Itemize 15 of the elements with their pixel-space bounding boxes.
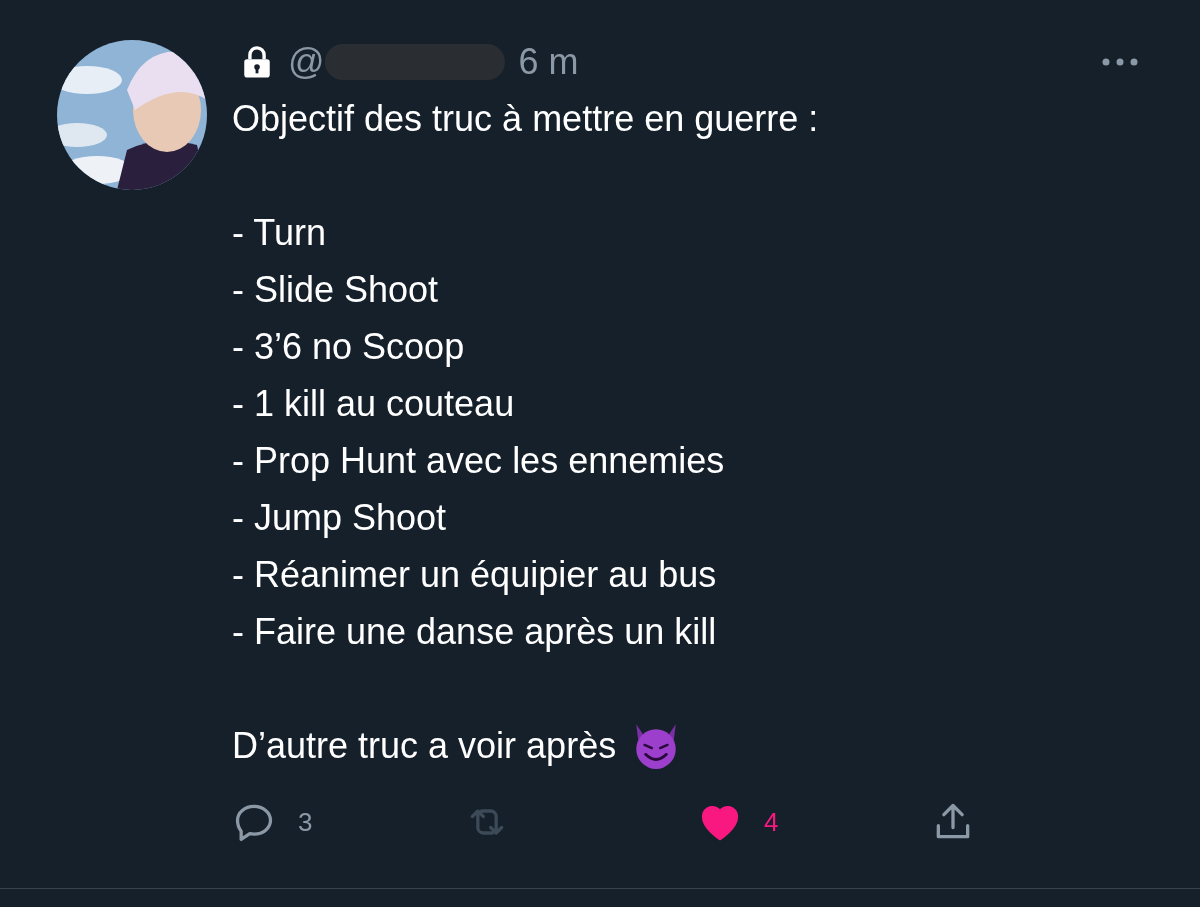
tweet-text: Objectif des truc à mettre en guerre : — [232, 97, 820, 141]
action-count: 3 — [298, 806, 313, 838]
action-count: 4 — [764, 806, 779, 838]
list-item: - Réanimer un équipier au bus — [232, 553, 718, 597]
user-handle[interactable]: @ — [288, 41, 325, 83]
list-item: - Turn — [232, 211, 328, 255]
list-item: - Slide Shoot — [232, 268, 440, 312]
list-item: - 3’6 no Scoop — [232, 325, 466, 369]
list-item: - Prop Hunt avec les ennemies — [232, 439, 726, 483]
more-icon[interactable] — [1100, 56, 1140, 68]
tweet-time[interactable]: 6 m — [518, 41, 579, 83]
list-item: - Faire une danse après un kill — [232, 610, 718, 654]
tweet-text: D’autre truc a voir après — [232, 724, 617, 768]
list-item: - 1 kill au couteau — [232, 382, 516, 426]
list-item: - Jump Shoot — [232, 496, 448, 540]
